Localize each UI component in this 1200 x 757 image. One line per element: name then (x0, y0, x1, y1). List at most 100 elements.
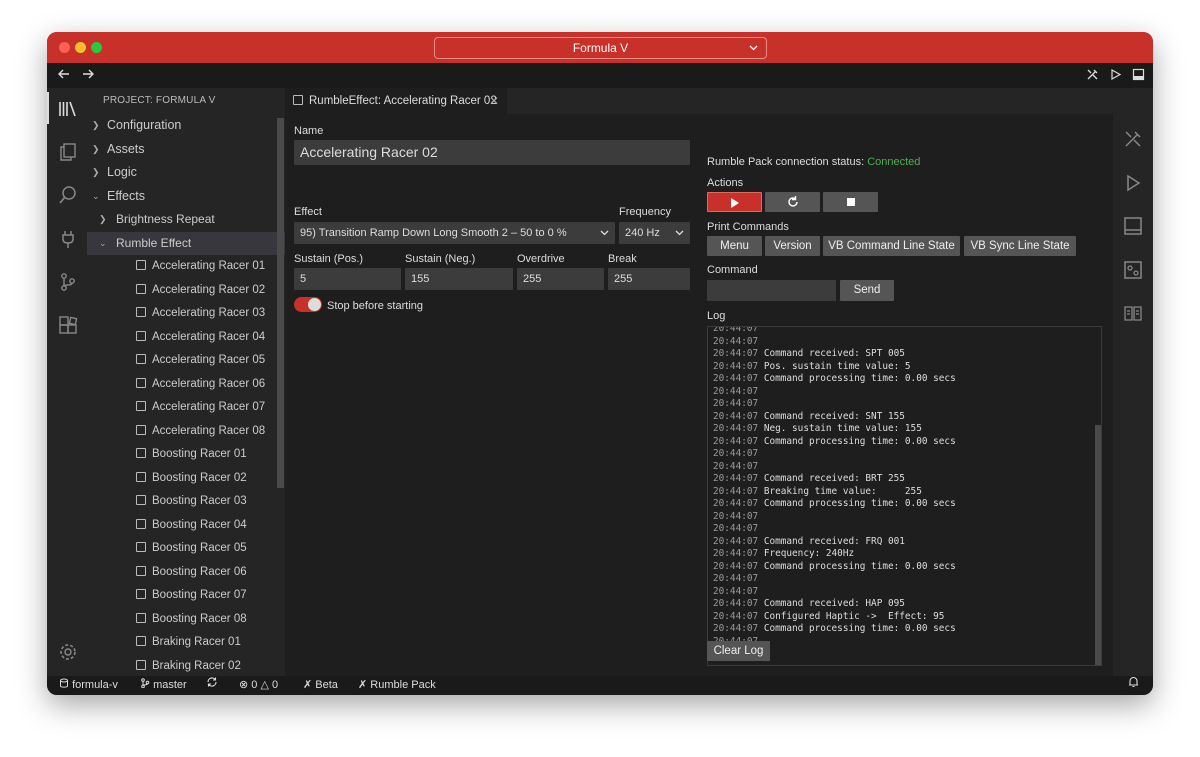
run-icon[interactable] (1109, 68, 1122, 84)
stop-button[interactable] (823, 192, 878, 212)
editor-area: RumbleEffect: Accelerating Racer 02 ✕ Na… (285, 88, 1113, 676)
version-button[interactable]: Version (765, 236, 820, 256)
vb-sync-line-state-button[interactable]: VB Sync Line State (964, 236, 1076, 256)
clear-log-button[interactable]: Clear Log (707, 641, 770, 661)
library-icon[interactable] (57, 98, 79, 120)
tree-item-rumble-effect[interactable]: ⌄ Rumble Effect (87, 231, 285, 255)
run-icon[interactable] (1122, 172, 1144, 194)
tree-item-rumble-effect-entry[interactable]: Braking Racer 02 (87, 655, 285, 677)
log-timestamp: 20:44:07 (713, 348, 759, 359)
source-control-icon[interactable] (57, 271, 79, 293)
log-output[interactable]: 20:44:07 20:44:07 20:44:07 Command recei… (707, 326, 1102, 666)
book-icon[interactable] (1122, 302, 1144, 324)
log-message: Command received: SNT 155 (763, 410, 905, 422)
maximize-window-button[interactable] (91, 42, 102, 53)
tree-item-rumble-effect-entry[interactable]: Boosting Racer 02 (87, 467, 285, 491)
arrow-left-icon[interactable] (57, 67, 71, 84)
tree-item-rumble-effect-entry[interactable]: Boosting Racer 07 (87, 584, 285, 608)
log-line: 20:44:07 Command processing time: 0.00 s… (713, 436, 956, 449)
tree-item-rumble-effect-entry[interactable]: Accelerating Racer 03 (87, 302, 285, 326)
tree-item-rumble-effect-entry[interactable]: Braking Racer 01 (87, 631, 285, 655)
tree-item-rumble-effect-entry[interactable]: Boosting Racer 03 (87, 490, 285, 514)
right-panel-bar (1113, 88, 1153, 676)
effect-icon (136, 448, 146, 458)
emulator-icon[interactable] (1122, 259, 1144, 281)
vb-command-line-state-button[interactable]: VB Command Line State (823, 236, 960, 256)
sustain-neg-field[interactable]: 155 (405, 268, 513, 290)
log-timestamp: 20:44:07 (713, 460, 759, 472)
bell-icon[interactable] (1128, 676, 1139, 695)
restart-button[interactable] (765, 192, 820, 212)
tree-item-rumble-effect-entry[interactable]: Accelerating Racer 07 (87, 396, 285, 420)
tree-item-rumble-effect-entry[interactable]: Accelerating Racer 06 (87, 373, 285, 397)
log-message: Neg. sustain time value: 155 (763, 423, 922, 434)
name-field[interactable]: Accelerating Racer 02 (294, 140, 690, 165)
tree-item-rumble-effect-entry[interactable]: Boosting Racer 06 (87, 561, 285, 585)
repo-status[interactable]: formula-v (59, 676, 118, 695)
plug-icon[interactable] (57, 228, 79, 250)
tree-item-label: Boosting Racer 07 (152, 589, 247, 601)
tab-bar: RumbleEffect: Accelerating Racer 02 ✕ (285, 88, 1113, 114)
send-button[interactable]: Send (840, 280, 894, 301)
command-input[interactable] (707, 280, 836, 301)
tree-item-rumble-effect-entry[interactable]: Accelerating Racer 02 (87, 279, 285, 303)
tree-item-brightness-repeat[interactable]: ❯ Brightness Repeat (87, 208, 285, 232)
arrow-right-icon[interactable] (81, 67, 95, 84)
log-line: 20:44:07 Command received: FRQ 001 (713, 536, 956, 549)
tree-item-logic[interactable]: ❯ Logic (87, 161, 285, 185)
stop-before-toggle[interactable] (294, 297, 322, 312)
chevron-right-icon: ❯ (92, 167, 100, 177)
tree-item-effects[interactable]: ⌄ Effects (87, 185, 285, 209)
tools-icon[interactable] (1086, 68, 1099, 84)
window-title: Formula V (572, 41, 629, 55)
overdrive-field[interactable]: 255 (517, 268, 604, 290)
menu-button[interactable]: Menu (707, 236, 762, 256)
tree-item-assets[interactable]: ❯ Assets (87, 138, 285, 162)
minimize-window-button[interactable] (75, 42, 86, 53)
chevron-down-icon: ⌄ (99, 237, 107, 248)
tree-item-rumble-effect-entry[interactable]: Boosting Racer 08 (87, 608, 285, 632)
frequency-select[interactable]: 240 Hz (619, 222, 690, 244)
problems-status[interactable]: ⊗ 0 △ 0 (239, 676, 278, 695)
tree-item-rumble-effect-entry[interactable]: Accelerating Racer 08 (87, 420, 285, 444)
log-lines: 20:44:07 20:44:07 20:44:07 Command recei… (713, 327, 956, 661)
tree-item-rumble-effect-entry[interactable]: Boosting Racer 05 (87, 537, 285, 561)
tree-item-rumble-effect-entry[interactable]: Accelerating Racer 01 (87, 255, 285, 279)
tree-item-rumble-effect-entry[interactable]: Boosting Racer 04 (87, 514, 285, 538)
project-selector[interactable]: Formula V (434, 37, 767, 59)
sidebar-scrollbar[interactable] (277, 118, 284, 488)
tree-item-rumble-effect-entry[interactable]: Accelerating Racer 04 (87, 326, 285, 350)
tree-item-configuration[interactable]: ❯ Configuration (87, 114, 285, 138)
effect-select[interactable]: 95) Transition Ramp Down Long Smooth 2 –… (294, 222, 615, 244)
gear-icon[interactable] (57, 641, 79, 663)
break-field[interactable]: 255 (608, 268, 690, 290)
panel-toggle-icon[interactable] (1132, 68, 1145, 84)
log-scrollbar[interactable] (1095, 425, 1101, 665)
log-message: Command received: BRT 255 (763, 473, 905, 484)
panel-icon[interactable] (1122, 215, 1144, 237)
close-icon[interactable]: ✕ (489, 88, 499, 114)
close-window-button[interactable] (59, 42, 70, 53)
beta-status[interactable]: ✗ Beta (303, 676, 338, 695)
log-message: Breaking time value: 255 (763, 485, 922, 497)
play-button[interactable] (707, 192, 762, 212)
effect-icon (136, 542, 146, 552)
log-timestamp: 20:44:07 (713, 560, 759, 572)
tab-rumble-effect[interactable]: RumbleEffect: Accelerating Racer 02 ✕ (285, 88, 507, 114)
rumble-pack-status[interactable]: ✗ Rumble Pack (358, 676, 436, 695)
log-line: 20:44:07 (713, 586, 956, 599)
log-line: 20:44:07 (713, 573, 956, 586)
sync-icon[interactable] (206, 676, 218, 695)
branch-status[interactable]: master (140, 676, 187, 695)
extensions-icon[interactable] (57, 315, 79, 337)
tools-icon[interactable] (1122, 128, 1144, 150)
effect-icon (136, 612, 146, 623)
sustain-pos-field[interactable]: 5 (294, 268, 401, 290)
tree-item-rumble-effect-entry[interactable]: Boosting Racer 01 (87, 443, 285, 467)
search-icon[interactable] (57, 184, 79, 206)
tree-item-label: Accelerating Racer 07 (152, 401, 266, 413)
effect-select-value: 95) Transition Ramp Down Long Smooth 2 –… (300, 227, 567, 239)
tree-item-label: Braking Racer 02 (152, 659, 241, 672)
tree-item-rumble-effect-entry[interactable]: Accelerating Racer 05 (87, 349, 285, 373)
files-icon[interactable] (57, 141, 79, 163)
